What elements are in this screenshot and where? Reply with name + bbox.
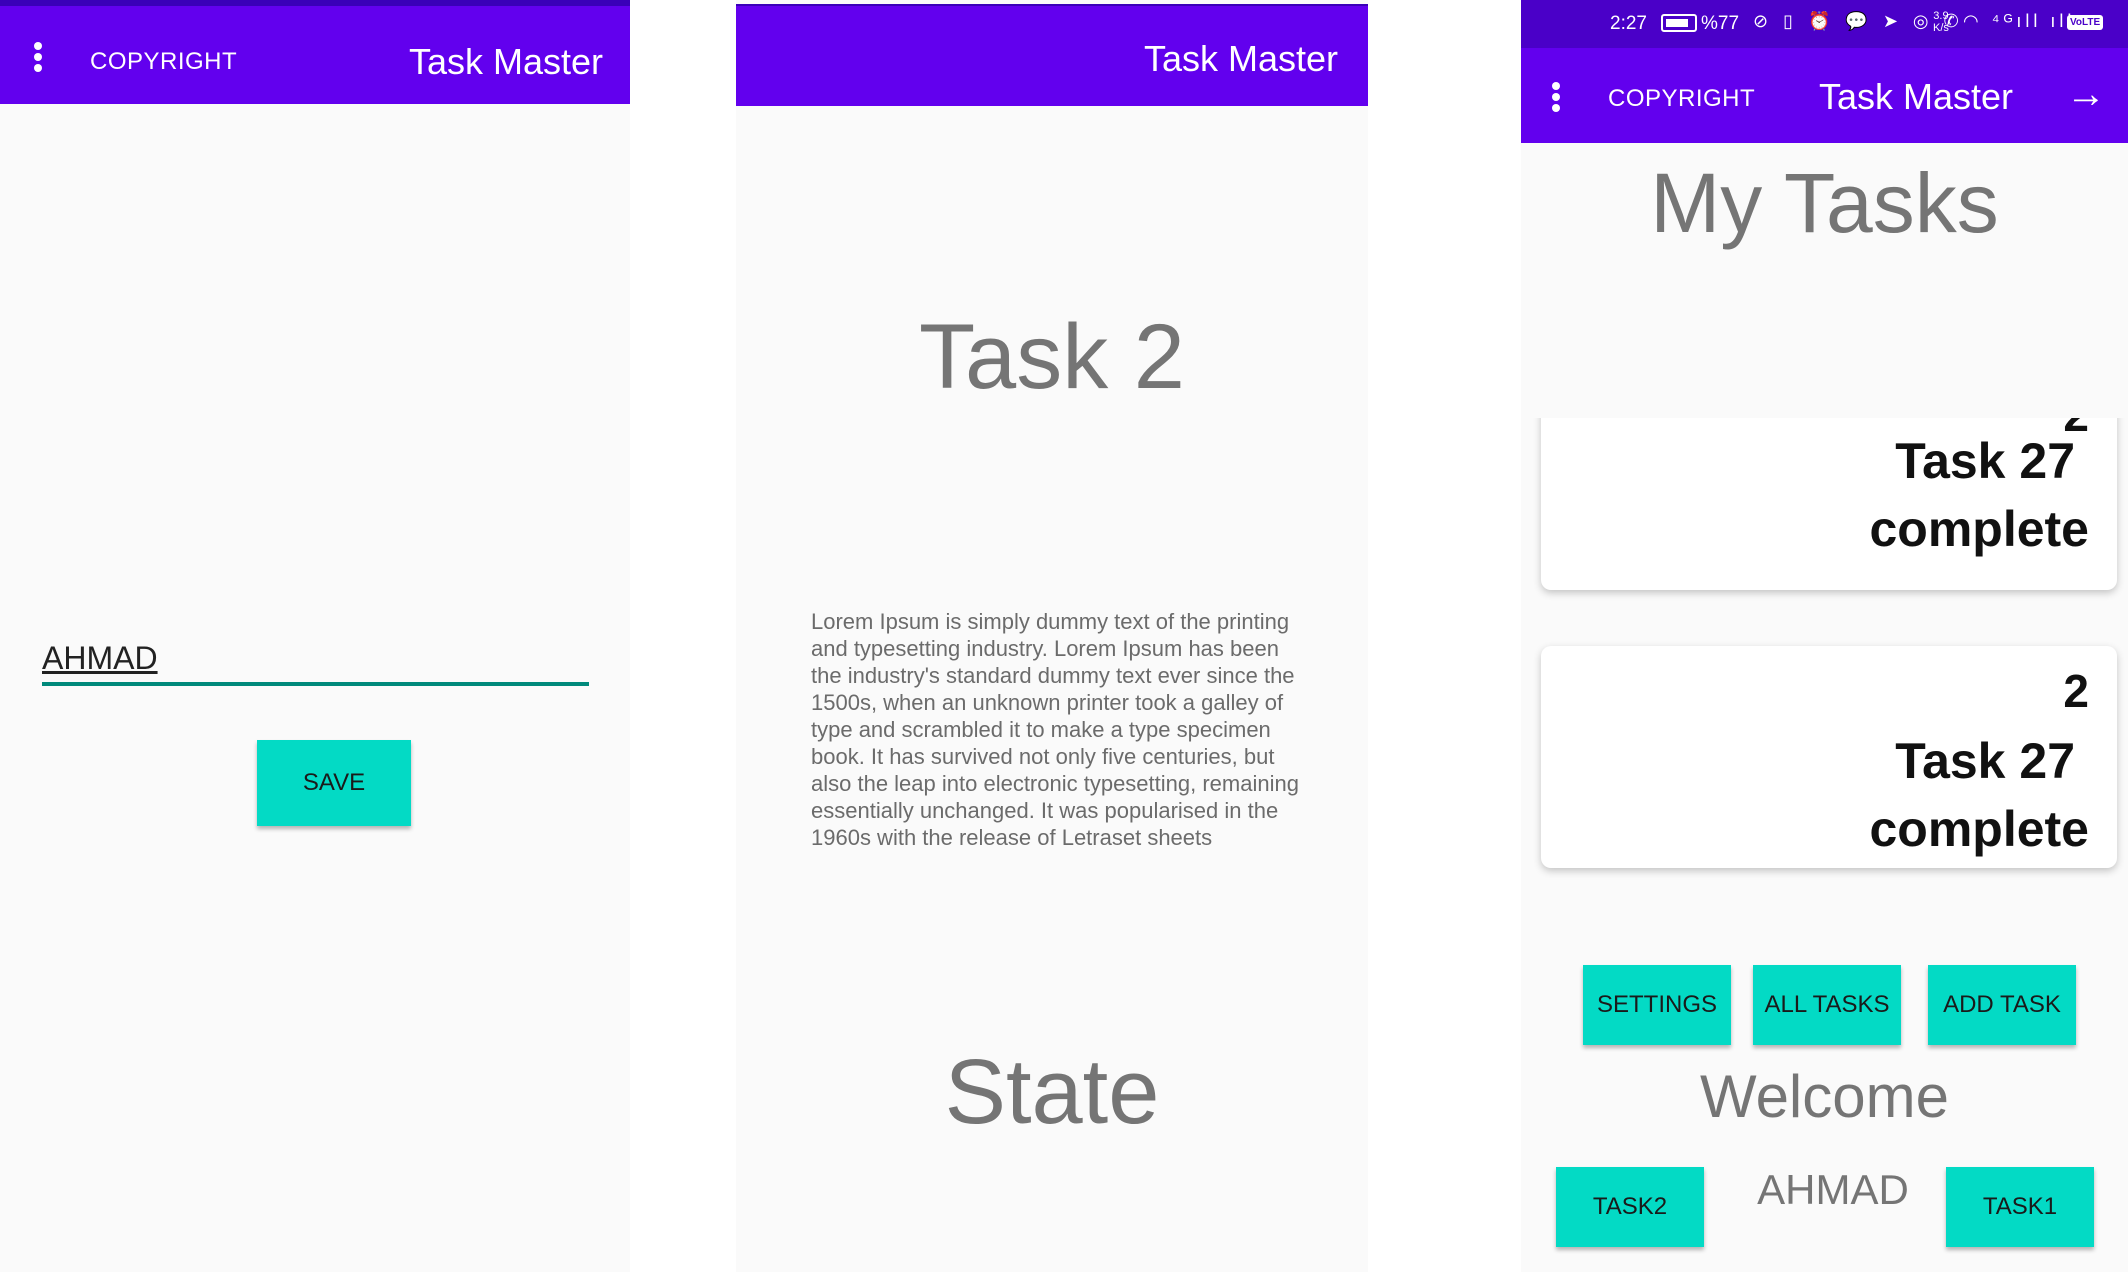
- task1-button[interactable]: TASK1: [1946, 1167, 2094, 1247]
- username-label: AHMAD: [1757, 1166, 1909, 1213]
- signal-icons: ◠ ⁴ᴳıll ıll: [1963, 11, 2076, 31]
- net-speed-value: 3.9: [1933, 10, 1949, 22]
- app-title: Task Master: [1143, 38, 1338, 79]
- task2-button[interactable]: TASK2: [1556, 1167, 1704, 1247]
- save-button[interactable]: SAVE: [257, 740, 411, 826]
- task-title: Task 2: [919, 306, 1185, 408]
- copyright-menu-item[interactable]: COPYRIGHT: [90, 48, 237, 76]
- settings-screen: COPYRIGHT Task Master AHMAD SAVE: [0, 0, 630, 1272]
- net-speed-unit: K/s: [1933, 22, 1949, 34]
- task-title: Task 27: [1895, 733, 2075, 789]
- task-title: Task 27: [1895, 433, 2075, 489]
- welcome-text: Welcome: [1700, 1063, 1949, 1130]
- home-screen: 2:27 %77 ⊘ ▯ ⏰ 💬 ➤ ◎ ✆ 3.9 K/s ◠ ⁴ᴳıll ı…: [1521, 0, 2128, 1272]
- username-input[interactable]: AHMAD: [42, 632, 589, 686]
- more-vert-icon[interactable]: [1547, 82, 1565, 112]
- task-state: complete: [1869, 501, 2089, 557]
- task-number: 2: [2063, 665, 2089, 717]
- status-bar: 2:27 %77 ⊘ ▯ ⏰ 💬 ➤ ◎ ✆ 3.9 K/s ◠ ⁴ᴳıll ı…: [1521, 0, 2128, 48]
- copyright-menu-item[interactable]: COPYRIGHT: [1608, 85, 1755, 113]
- task-list[interactable]: 2 Task 27 complete 2 Task 27 complete: [1521, 418, 2128, 878]
- battery-icon: [1661, 14, 1697, 32]
- task-card[interactable]: 2 Task 27 complete: [1541, 418, 2117, 590]
- all-tasks-button[interactable]: ALL TASKS: [1753, 965, 1901, 1045]
- add-task-button[interactable]: ADD TASK: [1928, 965, 2076, 1045]
- app-title: Task Master: [1819, 76, 2014, 117]
- volte-badge: VoLTE: [2067, 15, 2104, 30]
- my-tasks-heading: My Tasks: [1650, 156, 1999, 250]
- app-bar: COPYRIGHT Task Master →: [1521, 48, 2128, 143]
- task-detail-screen: Task Master Task 2 Lorem Ipsum is simply…: [736, 0, 1368, 1272]
- more-vert-icon[interactable]: [29, 42, 47, 72]
- arrow-forward-icon[interactable]: →: [2066, 72, 2106, 117]
- net-speed: 3.9 K/s: [1933, 10, 1949, 34]
- app-bar: COPYRIGHT Task Master: [0, 0, 630, 104]
- battery-percent: %77: [1701, 13, 1740, 34]
- app-title: Task Master: [409, 41, 604, 82]
- status-time: 2:27: [1610, 13, 1647, 34]
- task-description: Lorem Ipsum is simply dummy text of the …: [811, 609, 1299, 850]
- task-state: complete: [1869, 801, 2089, 857]
- app-bar: Task Master: [736, 4, 1368, 106]
- username-value: AHMAD: [42, 640, 158, 676]
- task-card[interactable]: 2 Task 27 complete: [1541, 646, 2117, 868]
- task-state: State: [944, 1041, 1160, 1143]
- settings-button[interactable]: SETTINGS: [1583, 965, 1731, 1045]
